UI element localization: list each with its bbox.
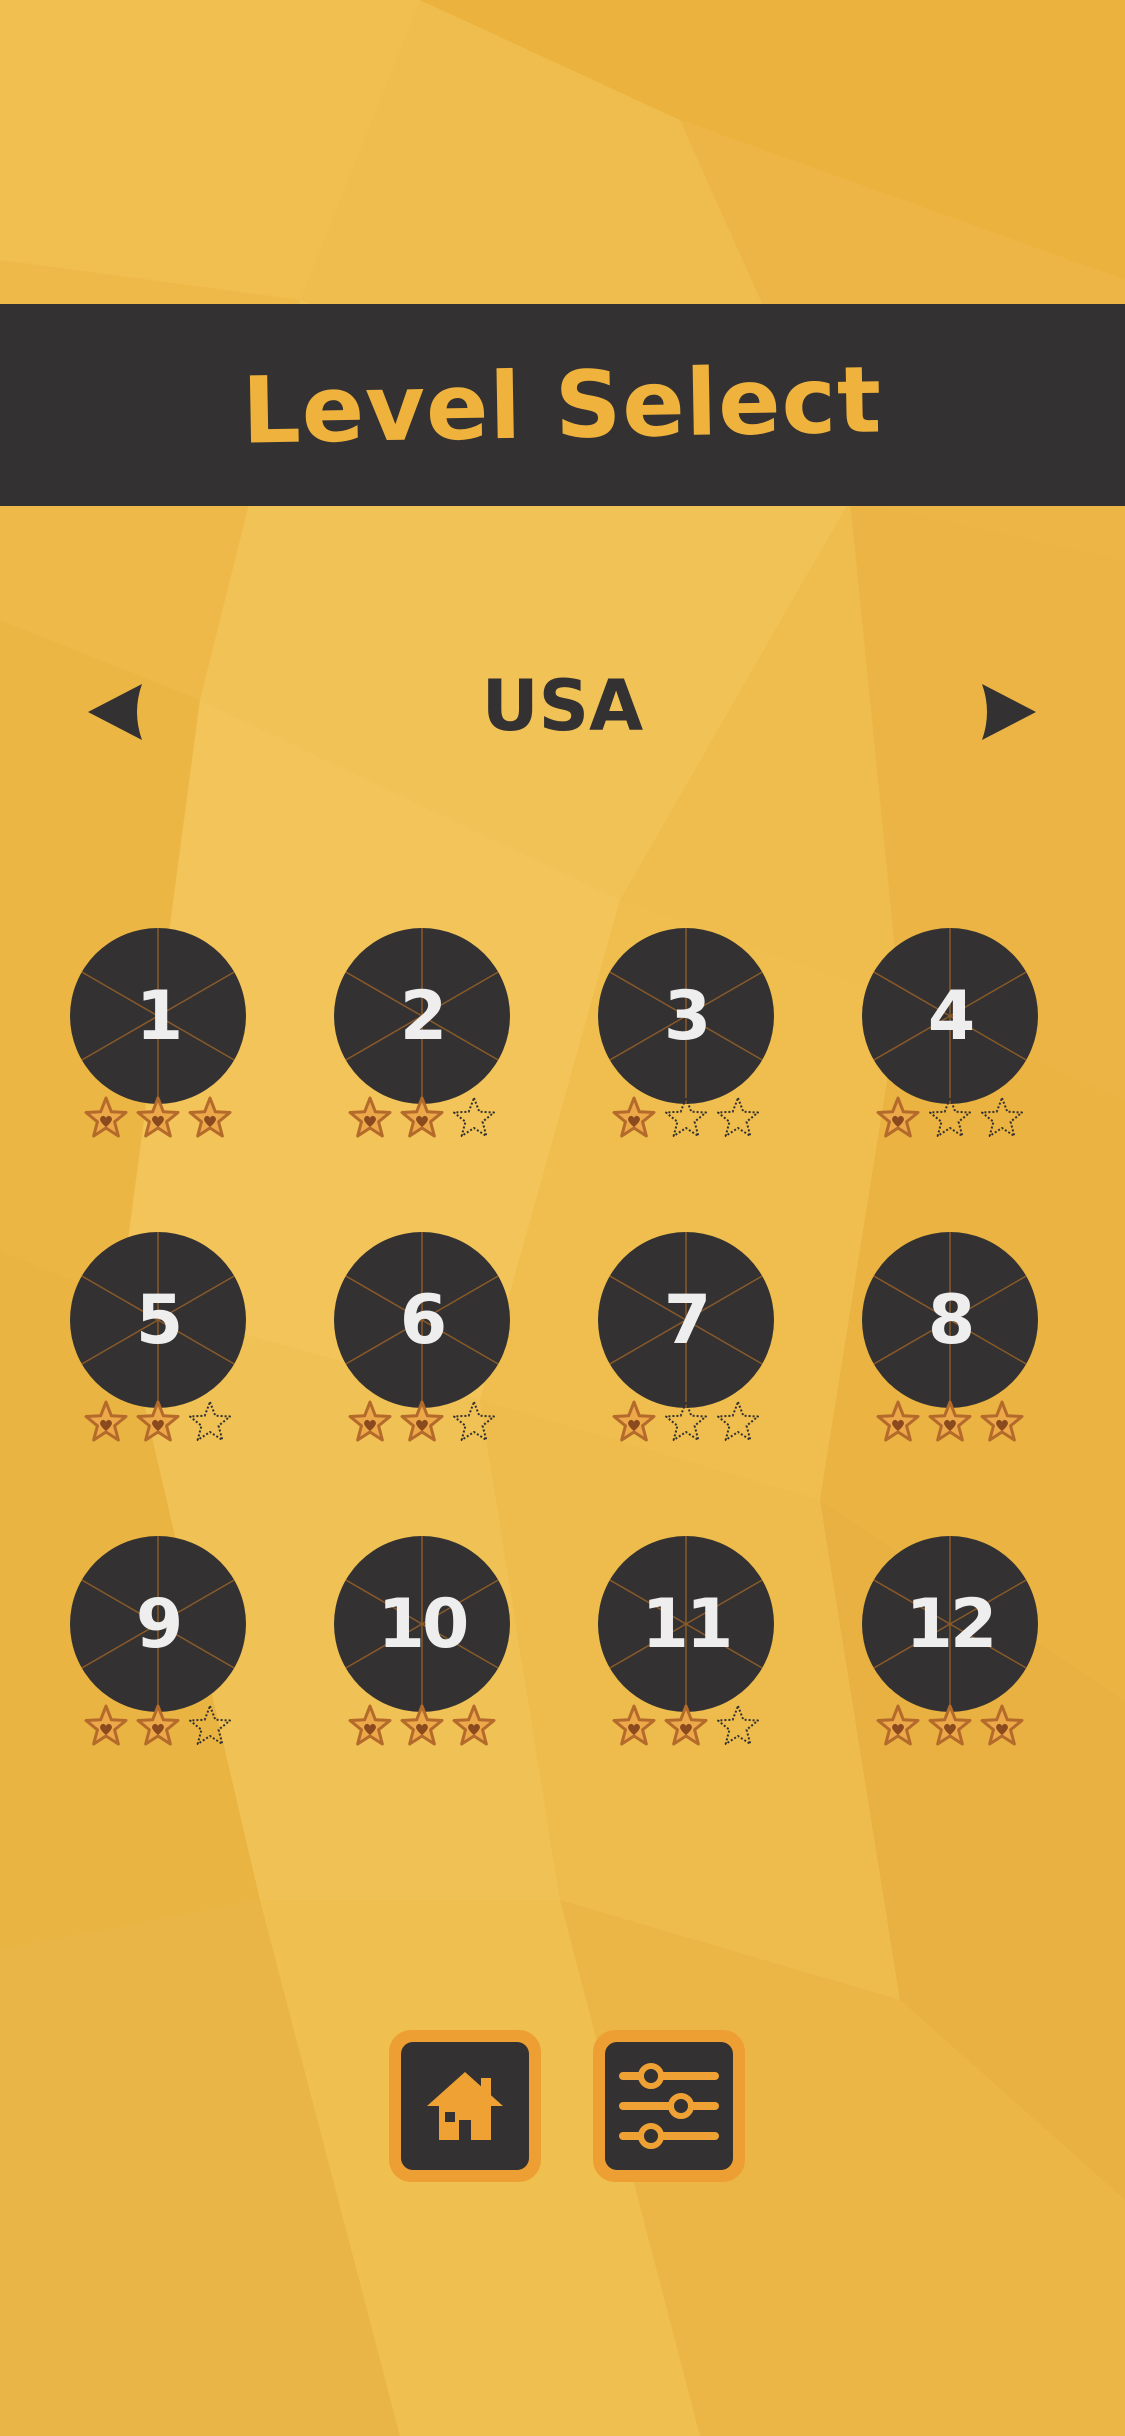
level-stars — [78, 1702, 238, 1750]
level-stars — [606, 1702, 766, 1750]
star-filled-icon — [84, 1704, 128, 1746]
level-stars — [78, 1398, 238, 1446]
star-filled-icon — [400, 1096, 444, 1138]
level-button-7[interactable]: 7 — [596, 1230, 776, 1450]
level-stars — [78, 1094, 238, 1142]
next-world-button[interactable] — [976, 680, 1040, 744]
level-stars — [342, 1398, 502, 1446]
level-number: 12 — [905, 1584, 998, 1664]
star-filled-icon — [876, 1096, 920, 1138]
level-number: 8 — [927, 1280, 975, 1360]
star-filled-icon — [348, 1400, 392, 1442]
world-selector: USA — [0, 655, 1125, 765]
star-filled-icon — [612, 1096, 656, 1138]
level-number: 4 — [927, 976, 975, 1056]
star-filled-icon — [664, 1704, 708, 1746]
level-number: 2 — [399, 976, 447, 1056]
level-button-9[interactable]: 9 — [68, 1534, 248, 1754]
star-empty-icon — [453, 1097, 495, 1137]
level-number: 6 — [399, 1280, 447, 1360]
level-number: 10 — [377, 1584, 470, 1664]
star-filled-icon — [612, 1704, 656, 1746]
star-filled-icon — [612, 1400, 656, 1442]
page-title: Level Select — [241, 345, 884, 465]
star-empty-icon — [981, 1097, 1023, 1137]
triangle-right-icon — [982, 684, 1036, 740]
star-empty-icon — [929, 1097, 971, 1137]
title-bar: Level Select — [0, 304, 1125, 506]
star-filled-icon — [348, 1096, 392, 1138]
level-stars — [870, 1094, 1030, 1142]
level-button-1[interactable]: 1 — [68, 926, 248, 1146]
level-button-6[interactable]: 6 — [332, 1230, 512, 1450]
home-button-face — [401, 2042, 529, 2170]
home-button[interactable] — [389, 2030, 541, 2182]
level-button-11[interactable]: 11 — [596, 1534, 776, 1754]
star-empty-icon — [665, 1401, 707, 1441]
level-number: 11 — [641, 1584, 734, 1664]
star-filled-icon — [84, 1400, 128, 1442]
level-stars — [870, 1398, 1030, 1446]
home-icon — [427, 2072, 503, 2140]
level-button-4[interactable]: 4 — [860, 926, 1040, 1146]
sliders-icon — [619, 2063, 719, 2149]
star-filled-icon — [928, 1400, 972, 1442]
star-filled-icon — [980, 1704, 1024, 1746]
level-stars — [606, 1398, 766, 1446]
star-filled-icon — [84, 1096, 128, 1138]
level-number: 7 — [663, 1280, 711, 1360]
star-filled-icon — [136, 1400, 180, 1442]
star-empty-icon — [665, 1097, 707, 1137]
star-empty-icon — [717, 1401, 759, 1441]
star-filled-icon — [400, 1704, 444, 1746]
star-filled-icon — [188, 1096, 232, 1138]
level-button-2[interactable]: 2 — [332, 926, 512, 1146]
level-stars — [870, 1702, 1030, 1750]
star-filled-icon — [452, 1704, 496, 1746]
level-button-5[interactable]: 5 — [68, 1230, 248, 1450]
level-stars — [342, 1702, 502, 1750]
level-number: 9 — [135, 1584, 183, 1664]
star-filled-icon — [876, 1400, 920, 1442]
level-number: 3 — [663, 976, 711, 1056]
level-button-12[interactable]: 12 — [860, 1534, 1040, 1754]
star-filled-icon — [348, 1704, 392, 1746]
star-empty-icon — [717, 1705, 759, 1745]
star-filled-icon — [136, 1096, 180, 1138]
level-button-3[interactable]: 3 — [596, 926, 776, 1146]
level-button-8[interactable]: 8 — [860, 1230, 1040, 1450]
star-filled-icon — [928, 1704, 972, 1746]
star-filled-icon — [136, 1704, 180, 1746]
star-filled-icon — [980, 1400, 1024, 1442]
star-empty-icon — [453, 1401, 495, 1441]
level-stars — [342, 1094, 502, 1142]
star-filled-icon — [400, 1400, 444, 1442]
level-stars — [606, 1094, 766, 1142]
level-button-10[interactable]: 10 — [332, 1534, 512, 1754]
settings-button[interactable] — [593, 2030, 745, 2182]
level-number: 5 — [135, 1280, 183, 1360]
star-empty-icon — [717, 1097, 759, 1137]
world-name: USA — [481, 665, 644, 747]
level-number: 1 — [135, 976, 183, 1056]
settings-button-face — [605, 2042, 733, 2170]
star-empty-icon — [189, 1705, 231, 1745]
star-empty-icon — [189, 1401, 231, 1441]
star-filled-icon — [876, 1704, 920, 1746]
